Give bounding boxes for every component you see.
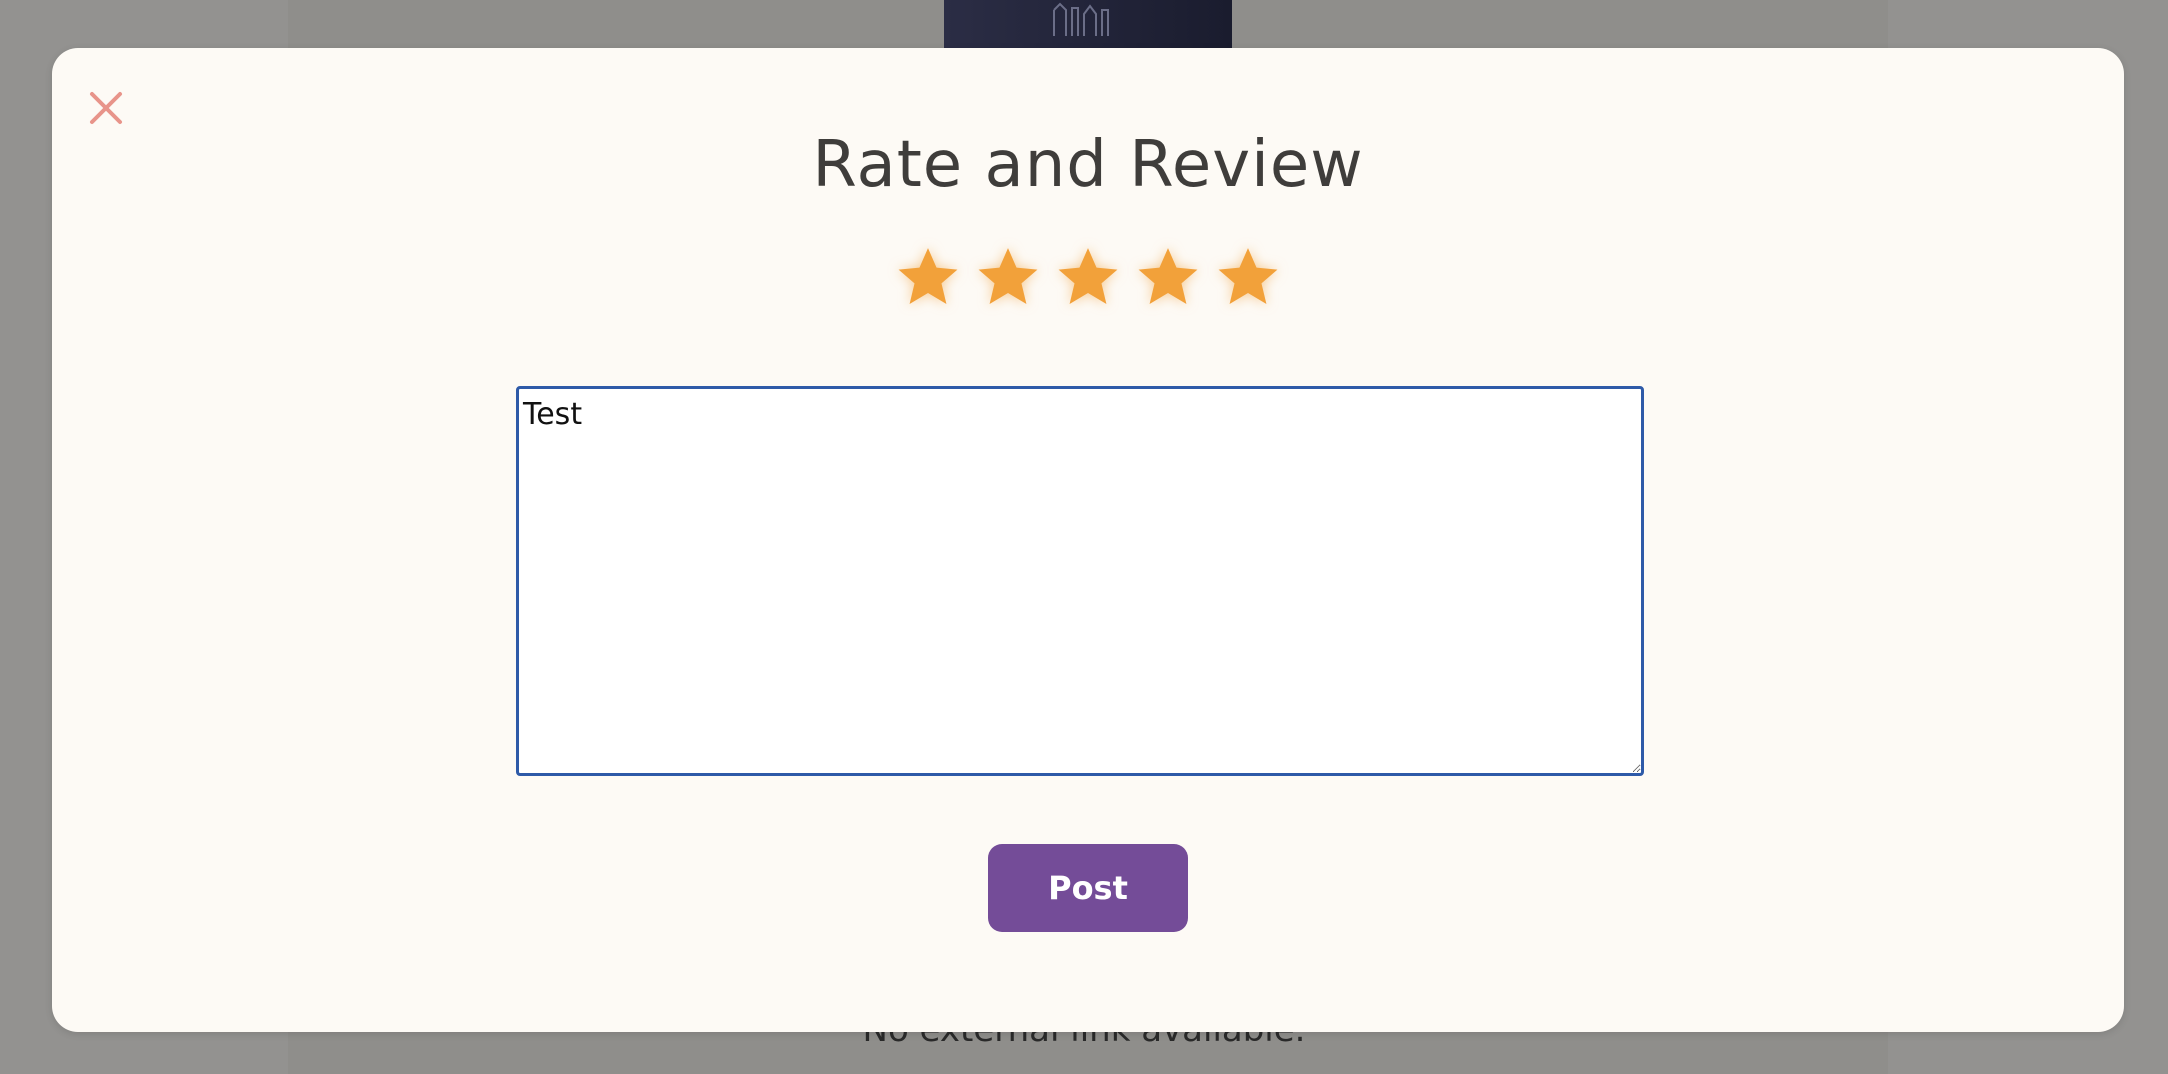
rate-review-modal: Rate and Review Test Post xyxy=(52,48,2124,1032)
close-button[interactable] xyxy=(86,88,126,128)
star-icon[interactable] xyxy=(1055,244,1121,310)
star-icon[interactable] xyxy=(895,244,961,310)
star-icon[interactable] xyxy=(1215,244,1281,310)
star-rating xyxy=(52,244,2124,310)
star-icon[interactable] xyxy=(975,244,1041,310)
review-textarea[interactable]: Test xyxy=(516,386,1644,776)
close-icon xyxy=(90,92,122,124)
modal-title: Rate and Review xyxy=(812,128,1364,202)
background-cover-image xyxy=(944,0,1232,48)
star-icon[interactable] xyxy=(1135,244,1201,310)
skyline-icon xyxy=(1053,2,1109,36)
post-button[interactable]: Post xyxy=(988,844,1188,932)
